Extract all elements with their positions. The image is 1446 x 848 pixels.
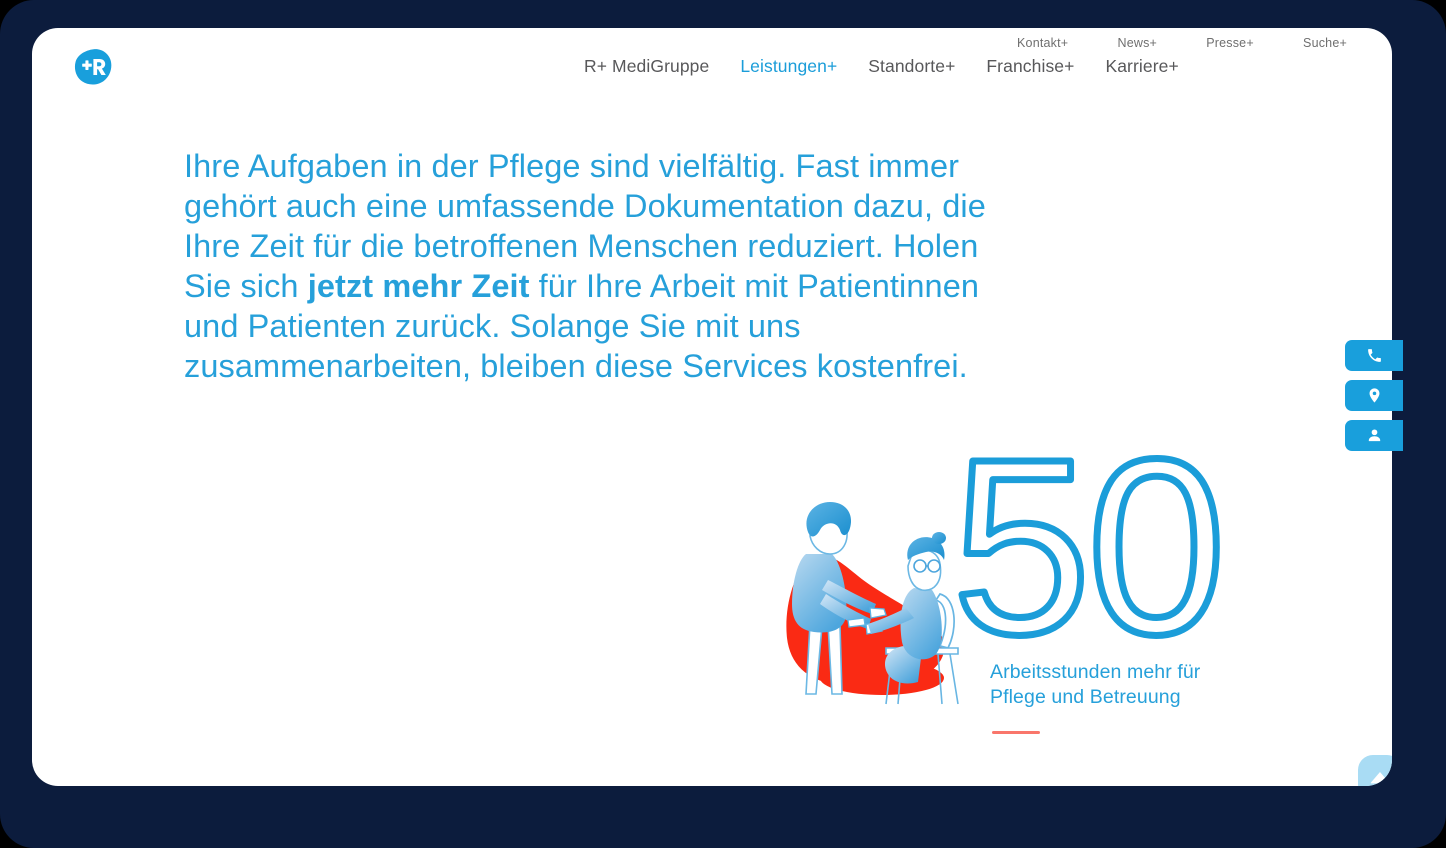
hero-heading-emphasis: jetzt mehr Zeit [307, 268, 530, 304]
utility-nav-item-kontakt[interactable]: Kontakt+ [1017, 36, 1068, 50]
device-frame: Kontakt+ News+ Presse+ Suche+ R+ MediGru… [0, 0, 1446, 848]
person-icon [1368, 429, 1380, 442]
stat-number-text: 50 [952, 443, 1222, 658]
stat-block: 50 Arbeitsstunden mehr für Pflege und Be… [762, 404, 1282, 753]
side-tab-phone[interactable] [1345, 340, 1403, 371]
location-pin-icon [1369, 388, 1379, 403]
floating-side-tabs [1345, 340, 1403, 451]
stat-caption-line-1: Arbeitsstunden mehr für [990, 661, 1201, 683]
nav-item-karriere[interactable]: Karriere+ [1105, 56, 1178, 77]
seated-hair-bun [932, 532, 946, 544]
stat-number-svg: 50 [949, 404, 1230, 690]
nav-item-standorte[interactable]: Standorte+ [868, 56, 955, 77]
phone-icon [1367, 349, 1381, 362]
arrow-up-icon [1370, 771, 1390, 783]
stat-caption-line-2: Pflege und Betreuung [990, 686, 1181, 708]
utility-nav-item-suche[interactable]: Suche+ [1303, 36, 1347, 50]
nav-item-leistungen[interactable]: Leistungen+ [740, 56, 837, 77]
r-plus-logo-icon[interactable] [74, 48, 112, 86]
side-tab-location[interactable] [1345, 380, 1403, 411]
site-header: Kontakt+ News+ Presse+ Suche+ R+ MediGru… [32, 28, 1392, 94]
utility-nav: Kontakt+ News+ Presse+ Suche+ [1017, 36, 1347, 50]
seated-hand [847, 617, 866, 628]
utility-nav-item-news[interactable]: News+ [1117, 36, 1157, 50]
nav-item-medigruppe[interactable]: R+ MediGruppe [584, 56, 709, 77]
r-plus-logo-svg [74, 49, 112, 85]
hero-heading: Ihre Aufgaben in der Pflege sind vielfäl… [184, 146, 1004, 386]
stat-number: 50 [949, 404, 1230, 690]
side-tab-person[interactable] [1345, 420, 1403, 451]
stat-divider-rule [992, 731, 1040, 734]
stat-caption: Arbeitsstunden mehr für Pflege und Betre… [990, 660, 1280, 710]
utility-nav-item-presse[interactable]: Presse+ [1206, 36, 1254, 50]
nav-item-franchise[interactable]: Franchise+ [986, 56, 1074, 77]
seated-torso [900, 588, 942, 660]
page-surface: Kontakt+ News+ Presse+ Suche+ R+ MediGru… [32, 28, 1392, 786]
main-nav: R+ MediGruppe Leistungen+ Standorte+ Fra… [584, 56, 1179, 77]
scroll-to-top-button[interactable] [1358, 755, 1392, 786]
